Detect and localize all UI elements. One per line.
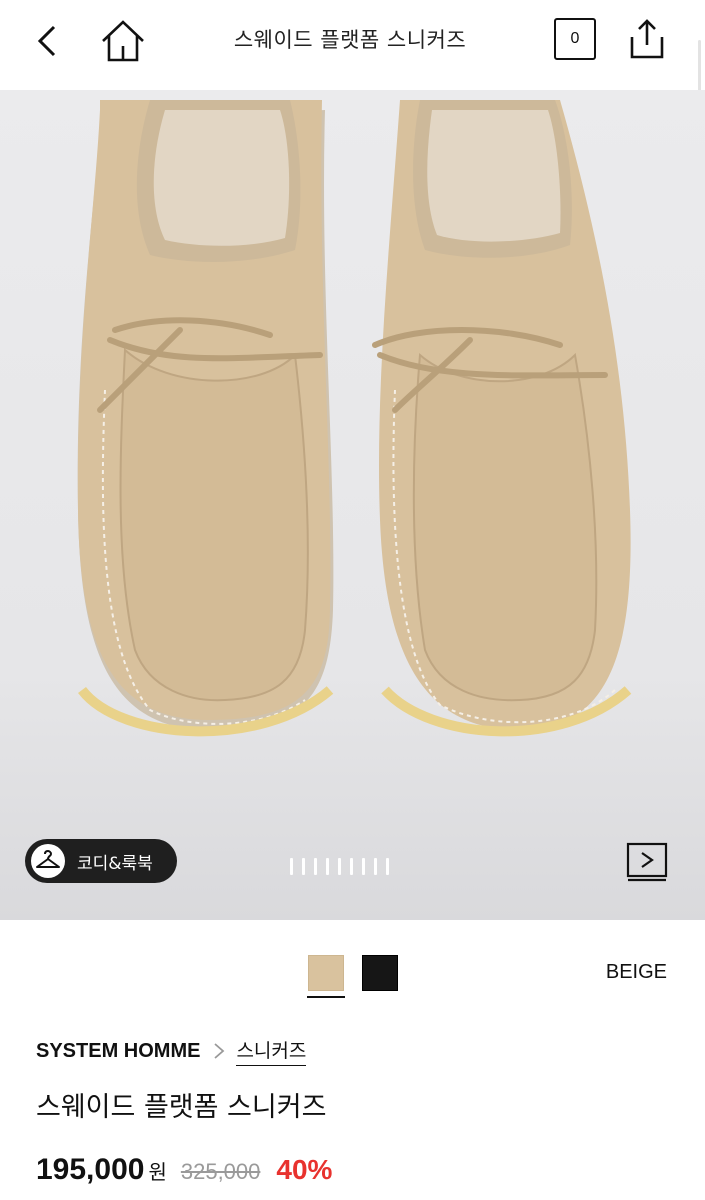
product-photo: [77, 100, 632, 737]
pager-dot[interactable]: [290, 858, 293, 875]
home-icon: [102, 20, 144, 62]
product-image-carousel[interactable]: 코디&룩북: [0, 90, 705, 920]
sale-price: 195,000: [36, 1153, 145, 1186]
brand-link[interactable]: SYSTEM HOMME: [36, 1040, 200, 1063]
image-pager: [290, 858, 389, 875]
pager-dot[interactable]: [338, 858, 341, 875]
pager-dot[interactable]: [350, 858, 353, 875]
price-row: 195,000 원 325,000 40%: [36, 1153, 332, 1187]
color-options: BEIGE: [0, 955, 705, 1000]
video-button[interactable]: [626, 842, 668, 882]
video-play-icon: [626, 842, 668, 882]
chevron-right-icon: [214, 1043, 225, 1059]
pager-dot[interactable]: [314, 858, 317, 875]
home-button[interactable]: [96, 14, 150, 68]
currency-label: 원: [148, 1160, 167, 1184]
share-button[interactable]: [624, 14, 670, 64]
selected-swatch-indicator: [307, 996, 345, 998]
page-title: 스웨이드 플랫폼 스니커즈: [233, 28, 467, 52]
pager-dot[interactable]: [374, 858, 377, 875]
back-button[interactable]: [24, 18, 70, 64]
codi-lookbook-label: 코디&룩북: [77, 853, 153, 874]
original-price: 325,000: [180, 1159, 261, 1184]
left-shoe: [77, 100, 334, 737]
right-shoe: [372, 100, 632, 737]
cart-button[interactable]: 0: [554, 18, 596, 60]
breadcrumb: SYSTEM HOMME 스니커즈: [36, 1036, 307, 1066]
swatch-beige[interactable]: [308, 955, 344, 991]
pager-dot[interactable]: [302, 858, 305, 875]
swatch-black[interactable]: [362, 955, 398, 991]
pager-dot[interactable]: [362, 858, 365, 875]
product-name: 스웨이드 플랫폼 스니커즈: [36, 1092, 327, 1123]
codi-lookbook-button[interactable]: 코디&룩북: [25, 839, 177, 883]
top-header: 스웨이드 플랫폼 스니커즈 0: [0, 0, 705, 300]
hanger-icon: [31, 844, 65, 878]
discount-rate: 40%: [276, 1154, 333, 1185]
selected-color-label: BEIGE: [605, 961, 667, 983]
category-link[interactable]: 스니커즈: [236, 1036, 307, 1066]
pager-dot[interactable]: [326, 858, 329, 875]
share-icon: [630, 19, 664, 59]
pager-dot[interactable]: [386, 858, 389, 875]
back-arrow-icon: [37, 25, 56, 57]
